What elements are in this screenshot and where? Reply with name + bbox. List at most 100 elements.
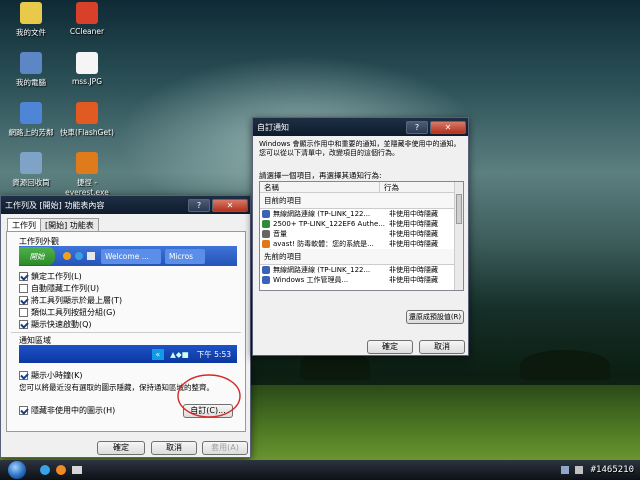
ok-button[interactable]: 確定 [97,441,145,455]
desktop-icon[interactable]: 網路上的芳鄰 [2,102,60,138]
notify-item-list[interactable]: 名稱 行為 目前的項目 無線網路連線 (TP-LINK_122... 非使用中時隱… [259,181,464,291]
checkbox[interactable] [19,284,28,293]
taskbar-option[interactable]: 類似工具列按鈕分組(G) [19,307,115,318]
checkbox[interactable] [19,406,28,415]
checkbox[interactable] [19,272,28,281]
checkbox[interactable] [19,320,28,329]
column-behavior[interactable]: 行為 [380,182,399,192]
column-name[interactable]: 名稱 [260,182,380,192]
list-item[interactable]: 無線網路連線 (TP-LINK_122... 非使用中時隱藏 [260,265,463,275]
option-label: 類似工具列按鈕分組(G) [31,308,116,317]
desktop-icon[interactable]: 快車(FlashGet) [58,102,116,138]
folder-icon[interactable] [72,466,82,474]
annotation-circle [177,374,241,418]
wallpaper-tree [520,350,610,380]
app-icon [76,152,98,174]
desktop-icon[interactable]: 捷徑 - everest.exe [58,152,116,197]
help-icon[interactable]: ? [406,120,428,134]
desktop-icon[interactable]: CCleaner [58,2,116,36]
notify-preview: « ▲◆■ 下午 5:53 [19,345,237,363]
desktop-icon-label: 網路上的芳鄰 [8,128,54,137]
list-item[interactable]: Windows 工作管理員... 非使用中時隱藏 [260,275,463,285]
apply-button[interactable]: 套用(A) [202,441,248,455]
scroll-thumb[interactable] [456,194,462,224]
desktop-icon[interactable]: 我的電腦 [2,52,60,88]
desktop-icon-label: 我的文件 [16,28,46,37]
chevron-left-icon: « [151,348,165,360]
app-icon [76,2,98,24]
option-label: 鎖定工作列(L) [31,272,82,281]
item-behavior[interactable]: 非使用中時隱藏 [389,275,438,285]
desktop-icon-label: CCleaner [69,27,105,36]
list-item[interactable]: 無線網路連線 (TP-LINK_122... 非使用中時隱藏 [260,209,463,219]
help-icon[interactable]: ? [188,198,210,212]
cancel-button[interactable]: 取消 [419,340,465,354]
ie-icon [75,252,83,260]
list-header: 名稱 行為 [260,182,463,193]
close-icon[interactable]: ✕ [212,198,248,212]
tray-app-icon [262,240,270,248]
network-icon[interactable] [560,466,569,474]
checkbox[interactable] [19,308,28,317]
cancel-button[interactable]: 取消 [151,441,197,455]
taskbar-option[interactable]: 自動隱藏工作列(U) [19,283,99,294]
item-behavior[interactable]: 非使用中時隱藏 [389,229,438,239]
tab-start-menu[interactable]: [開始] 功能表 [41,218,99,232]
volume-icon[interactable] [574,466,583,474]
item-behavior[interactable]: 非使用中時隱藏 [389,239,438,249]
item-name: 無線網路連線 (TP-LINK_122... [273,266,371,274]
taskbar-properties-window: 工作列及 [開始] 功能表內容 ? ✕ 工作列 [開始] 功能表 工作列外觀 開… [0,195,251,458]
checkbox[interactable] [19,296,28,305]
window-title: 自訂通知 [257,122,289,132]
item-behavior[interactable]: 非使用中時隱藏 [389,209,438,219]
start-orb[interactable] [8,461,26,479]
list-item[interactable]: 音量 非使用中時隱藏 [260,229,463,239]
tray-app-icon [262,220,270,228]
tray-icons: ▲◆■ [170,349,189,359]
app-icon [20,52,42,74]
desktop-icon-label: 資源回收筒 [12,178,50,187]
list-item[interactable]: 2500+ TP-LINK_122EF6 Authe... 非使用中時隱藏 [260,219,463,229]
item-name: avast! 防毒軟體：您的系統是... [273,240,374,248]
show-clock-option[interactable]: 顯示小時鐘(K) [19,370,83,381]
tab-panel: 工作列外觀 開始 Welcome ... Micros 鎖定工作列(L) 自動隱藏… [6,231,246,432]
ie-icon[interactable] [40,465,50,475]
list-scrollbar[interactable] [454,182,463,290]
desktop-icon[interactable]: mss.JPG [58,52,116,86]
restore-defaults-button[interactable]: 還原成預設值(R) [406,310,464,324]
app-icon [20,152,42,174]
item-name: Windows 工作管理員... [273,276,349,284]
app-icon [20,2,42,24]
list-item[interactable]: avast! 防毒軟體：您的系統是... 非使用中時隱藏 [260,239,463,249]
item-behavior[interactable]: 非使用中時隱藏 [389,265,438,275]
checkbox[interactable] [19,371,28,380]
app-icon [76,102,98,124]
ok-button[interactable]: 確定 [367,340,413,354]
desktop-icon-label: 我的電腦 [16,78,46,87]
app-icon [76,52,98,74]
desktop-icon-label: mss.JPG [71,77,103,86]
taskbar-option[interactable]: 將工具列顯示於最上層(T) [19,295,122,306]
tray-app-icon [262,210,270,218]
item-name: 音量 [273,230,287,238]
tab-taskbar[interactable]: 工作列 [7,218,41,232]
item-behavior[interactable]: 非使用中時隱藏 [389,219,438,229]
taskbar-option[interactable]: 鎖定工作列(L) [19,271,82,282]
group-past: 先前的項目 [260,249,463,265]
title-bar: 自訂通知 ? ✕ [253,118,468,136]
taskbar-option[interactable]: 顯示快速啟動(Q) [19,319,92,330]
hide-inactive-option[interactable]: 隱藏非使用中的圖示(H) [19,405,115,416]
close-icon[interactable]: ✕ [430,120,466,134]
dialog-instruction: 請選擇一個項目，再選擇其通知行為: [259,171,382,180]
taskbar: #1465210 [0,460,640,480]
customize-notifications-dialog: 自訂通知 ? ✕ Windows 會顯示作用中和重要的通知，並隱藏非使用中的通知… [252,117,469,356]
firefox-icon [63,252,71,260]
desktop-icon[interactable]: 我的文件 [2,2,60,38]
dialog-description: Windows 會顯示作用中和重要的通知，並隱藏非使用中的通知。您可以從以下清單… [259,140,461,157]
desktop-icon[interactable]: 資源回收筒 [2,152,60,188]
tray-app-icon [262,230,270,238]
desktop-icon-label: 捷徑 - everest.exe [65,178,109,197]
option-label: 顯示小時鐘(K) [31,371,83,380]
firefox-icon[interactable] [56,465,66,475]
preview-task-button: Micros [165,248,205,264]
